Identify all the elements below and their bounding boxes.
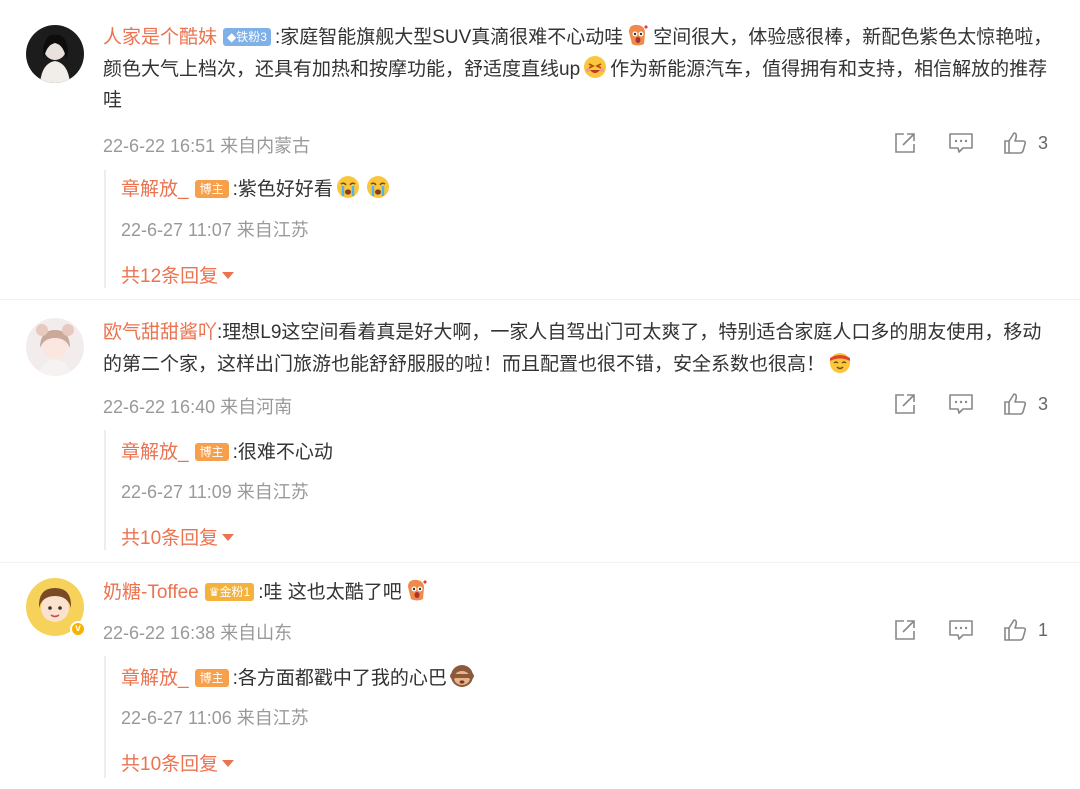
comment-button[interactable] xyxy=(947,617,975,643)
comment-meta: 22-6-22 16:38 来自山东 xyxy=(103,623,293,643)
comment-actions: 3 xyxy=(892,391,1062,417)
comment-text: :家庭智能旗舰大型SUV真滴很难不心动哇 xyxy=(274,27,624,48)
comment-actions: 1 xyxy=(892,617,1062,643)
more-replies-label: 共10条回复 xyxy=(121,754,219,775)
like-button[interactable] xyxy=(1002,617,1028,643)
comment-button[interactable] xyxy=(947,391,975,417)
reply-text: :很难不心动 xyxy=(232,442,333,463)
emoji-icon xyxy=(625,22,651,48)
comment-body: 人家是个酷妹 ◆铁粉3:家庭智能旗舰大型SUV真滴很难不心动哇 空间很大，体验感很棒… xyxy=(103,22,1053,117)
comment-actions: 3 xyxy=(892,130,1062,156)
emoji-icon xyxy=(335,174,361,200)
reply-text: :各方面都戳中了我的心巴 xyxy=(232,668,447,689)
share-icon xyxy=(895,620,915,640)
blogger-badge: 博主 xyxy=(194,180,229,198)
comment-icon xyxy=(949,620,973,640)
reply-meta: 22-6-27 11:07 来自江苏 xyxy=(121,220,309,240)
like-button[interactable] xyxy=(1002,391,1028,417)
like-count: 3 xyxy=(1038,133,1049,153)
thumbs-up-icon xyxy=(1004,132,1027,154)
more-replies-link[interactable]: 共10条回复 xyxy=(121,523,235,550)
avatar[interactable] xyxy=(26,318,84,376)
emoji-icon xyxy=(582,54,608,80)
reply-body: 章解放_ 博主:紫色好好看 xyxy=(121,174,393,201)
share-button[interactable] xyxy=(892,130,918,156)
reply-body: 章解放_ 博主:很难不心动 xyxy=(121,437,333,464)
reply-block: 章解放_ 博主:紫色好好看 22-6-27 11:07 来自江苏 共12条回复 xyxy=(104,170,1006,288)
thumbs-up-icon xyxy=(1004,619,1027,641)
reply-username[interactable]: 章解放_ xyxy=(121,668,189,689)
comment-item: 欧气甜甜酱吖:理想L9这空间看着真是好大啊，一家人自驾出门可太爽了，特别适合家庭… xyxy=(0,300,1080,563)
comment-body: 奶糖-Toffee ♛金粉1:哇 这也太酷了吧 xyxy=(103,577,1053,609)
comment-username[interactable]: 人家是个酷妹 xyxy=(103,27,217,48)
blogger-badge: 博主 xyxy=(194,443,229,461)
emoji-icon xyxy=(365,174,391,200)
comment-meta: 22-6-22 16:51 来自内蒙古 xyxy=(103,136,311,156)
comment-username[interactable]: 欧气甜甜酱吖 xyxy=(103,322,217,343)
like-button[interactable] xyxy=(1002,130,1028,156)
fan-badge[interactable]: ♛金粉1 xyxy=(204,583,255,601)
comment-item: v 奶糖-Toffee ♛金粉1:哇 这也太酷了吧 22-6-22 16:38 来… xyxy=(0,563,1080,789)
share-button[interactable] xyxy=(892,391,918,417)
more-replies-label: 共12条回复 xyxy=(121,266,219,287)
more-replies-link[interactable]: 共10条回复 xyxy=(121,749,235,776)
comment-body: 欧气甜甜酱吖:理想L9这空间看着真是好大啊，一家人自驾出门可太爽了，特别适合家庭… xyxy=(103,317,1053,380)
comment-button[interactable] xyxy=(947,130,975,156)
reply-body: 章解放_ 博主:各方面都戳中了我的心巴 xyxy=(121,663,477,690)
caret-down-icon xyxy=(222,272,235,279)
emoji-icon xyxy=(827,349,853,375)
share-button[interactable] xyxy=(892,617,918,643)
share-icon xyxy=(895,394,915,414)
thumbs-up-icon xyxy=(1004,393,1027,415)
share-icon xyxy=(895,133,915,153)
reply-block: 章解放_ 博主:很难不心动 22-6-27 11:09 来自江苏 共10条回复 xyxy=(104,430,1006,550)
comment-icon xyxy=(949,394,973,414)
reply-block: 章解放_ 博主:各方面都戳中了我的心巴 22-6-27 11:06 来自江苏 共1… xyxy=(104,656,1006,778)
comment-icon xyxy=(949,133,973,153)
reply-meta: 22-6-27 11:09 来自江苏 xyxy=(121,482,309,502)
reply-text: :紫色好好看 xyxy=(232,179,333,200)
like-count: 3 xyxy=(1038,394,1049,414)
emoji-icon xyxy=(449,663,475,689)
more-replies-link[interactable]: 共12条回复 xyxy=(121,261,235,288)
reply-meta: 22-6-27 11:06 来自江苏 xyxy=(121,708,309,728)
like-count: 1 xyxy=(1038,620,1049,640)
comment-item: 人家是个酷妹 ◆铁粉3:家庭智能旗舰大型SUV真滴很难不心动哇 空间很大，体验感很棒… xyxy=(0,0,1080,300)
avatar[interactable] xyxy=(26,25,84,83)
emoji-icon xyxy=(404,577,430,603)
comment-meta: 22-6-22 16:40 来自河南 xyxy=(103,397,293,417)
comment-text: :理想L9这空间看着真是好大啊，一家人自驾出门可太爽了，特别适合家庭人口多的朋友… xyxy=(103,322,1042,375)
comment-text: :哇 这也太酷了吧 xyxy=(258,582,402,603)
more-replies-label: 共10条回复 xyxy=(121,528,219,549)
reply-username[interactable]: 章解放_ xyxy=(121,179,189,200)
verified-icon: v xyxy=(70,621,86,637)
blogger-badge: 博主 xyxy=(194,669,229,687)
reply-username[interactable]: 章解放_ xyxy=(121,442,189,463)
fan-badge[interactable]: ◆铁粉3 xyxy=(223,28,271,46)
comment-username[interactable]: 奶糖-Toffee xyxy=(103,582,199,603)
caret-down-icon xyxy=(222,534,235,541)
caret-down-icon xyxy=(222,760,235,767)
